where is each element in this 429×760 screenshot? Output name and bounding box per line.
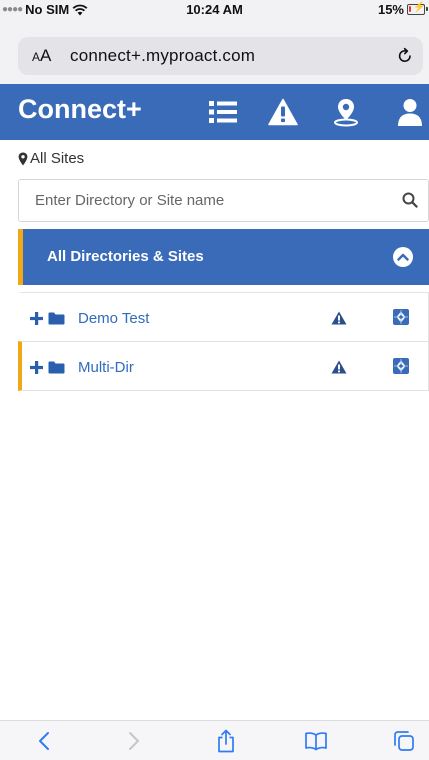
battery-icon: ⚡ bbox=[407, 2, 428, 15]
directory-list: Demo Test Multi-Dir bbox=[18, 292, 429, 391]
directory-row[interactable]: Demo Test bbox=[18, 292, 429, 342]
reload-icon[interactable] bbox=[387, 47, 423, 65]
charging-bolt-icon: ⚡ bbox=[413, 2, 426, 13]
search-box bbox=[18, 179, 429, 222]
directory-name[interactable]: Multi-Dir bbox=[78, 359, 134, 376]
expand-plus-icon[interactable] bbox=[30, 312, 43, 330]
status-right: 15% ⚡ bbox=[377, 2, 428, 17]
browser-address-area: AA connect+.myproact.com bbox=[0, 20, 429, 84]
search-icon[interactable] bbox=[402, 192, 418, 213]
folder-icon bbox=[48, 312, 65, 330]
directories-header-label: All Directories & Sites bbox=[47, 248, 204, 265]
tabs-icon[interactable] bbox=[390, 729, 418, 753]
url-text[interactable]: connect+.myproact.com bbox=[70, 46, 387, 66]
site-map-icon[interactable] bbox=[392, 308, 410, 331]
status-bar: ●●●● No SIM 10:24 AM 15% ⚡ bbox=[0, 0, 429, 20]
chevron-up-icon[interactable] bbox=[393, 247, 413, 267]
search-input[interactable] bbox=[19, 180, 379, 221]
site-map-icon[interactable] bbox=[392, 357, 410, 380]
breadcrumb[interactable]: All Sites bbox=[18, 150, 84, 167]
back-icon[interactable] bbox=[30, 729, 58, 753]
folder-icon bbox=[48, 361, 65, 379]
directory-row[interactable]: Multi-Dir bbox=[18, 341, 429, 391]
user-icon[interactable] bbox=[393, 96, 427, 128]
app-navbar: Connect+ bbox=[0, 84, 429, 140]
alert-triangle-icon[interactable] bbox=[266, 96, 300, 128]
location-pin-icon bbox=[18, 152, 28, 165]
expand-plus-icon[interactable] bbox=[30, 361, 43, 379]
browser-toolbar bbox=[0, 720, 429, 760]
breadcrumb-label: All Sites bbox=[30, 150, 85, 167]
battery-percent: 15% bbox=[377, 2, 404, 17]
battery-fill bbox=[409, 6, 411, 12]
forward-icon[interactable] bbox=[120, 729, 148, 753]
map-pin-icon[interactable] bbox=[329, 96, 363, 128]
list-icon[interactable] bbox=[206, 96, 240, 128]
text-size-button[interactable]: AA bbox=[32, 46, 70, 66]
address-bar[interactable]: AA connect+.myproact.com bbox=[18, 37, 423, 75]
alert-triangle-icon[interactable] bbox=[331, 360, 347, 379]
alert-triangle-icon[interactable] bbox=[331, 311, 347, 330]
share-icon[interactable] bbox=[212, 729, 240, 753]
brand-logo-text[interactable]: Connect+ bbox=[18, 94, 142, 125]
directory-name[interactable]: Demo Test bbox=[78, 310, 149, 327]
bookmarks-icon[interactable] bbox=[302, 729, 330, 753]
status-time: 10:24 AM bbox=[186, 2, 243, 17]
directories-header[interactable]: All Directories & Sites bbox=[18, 229, 429, 285]
